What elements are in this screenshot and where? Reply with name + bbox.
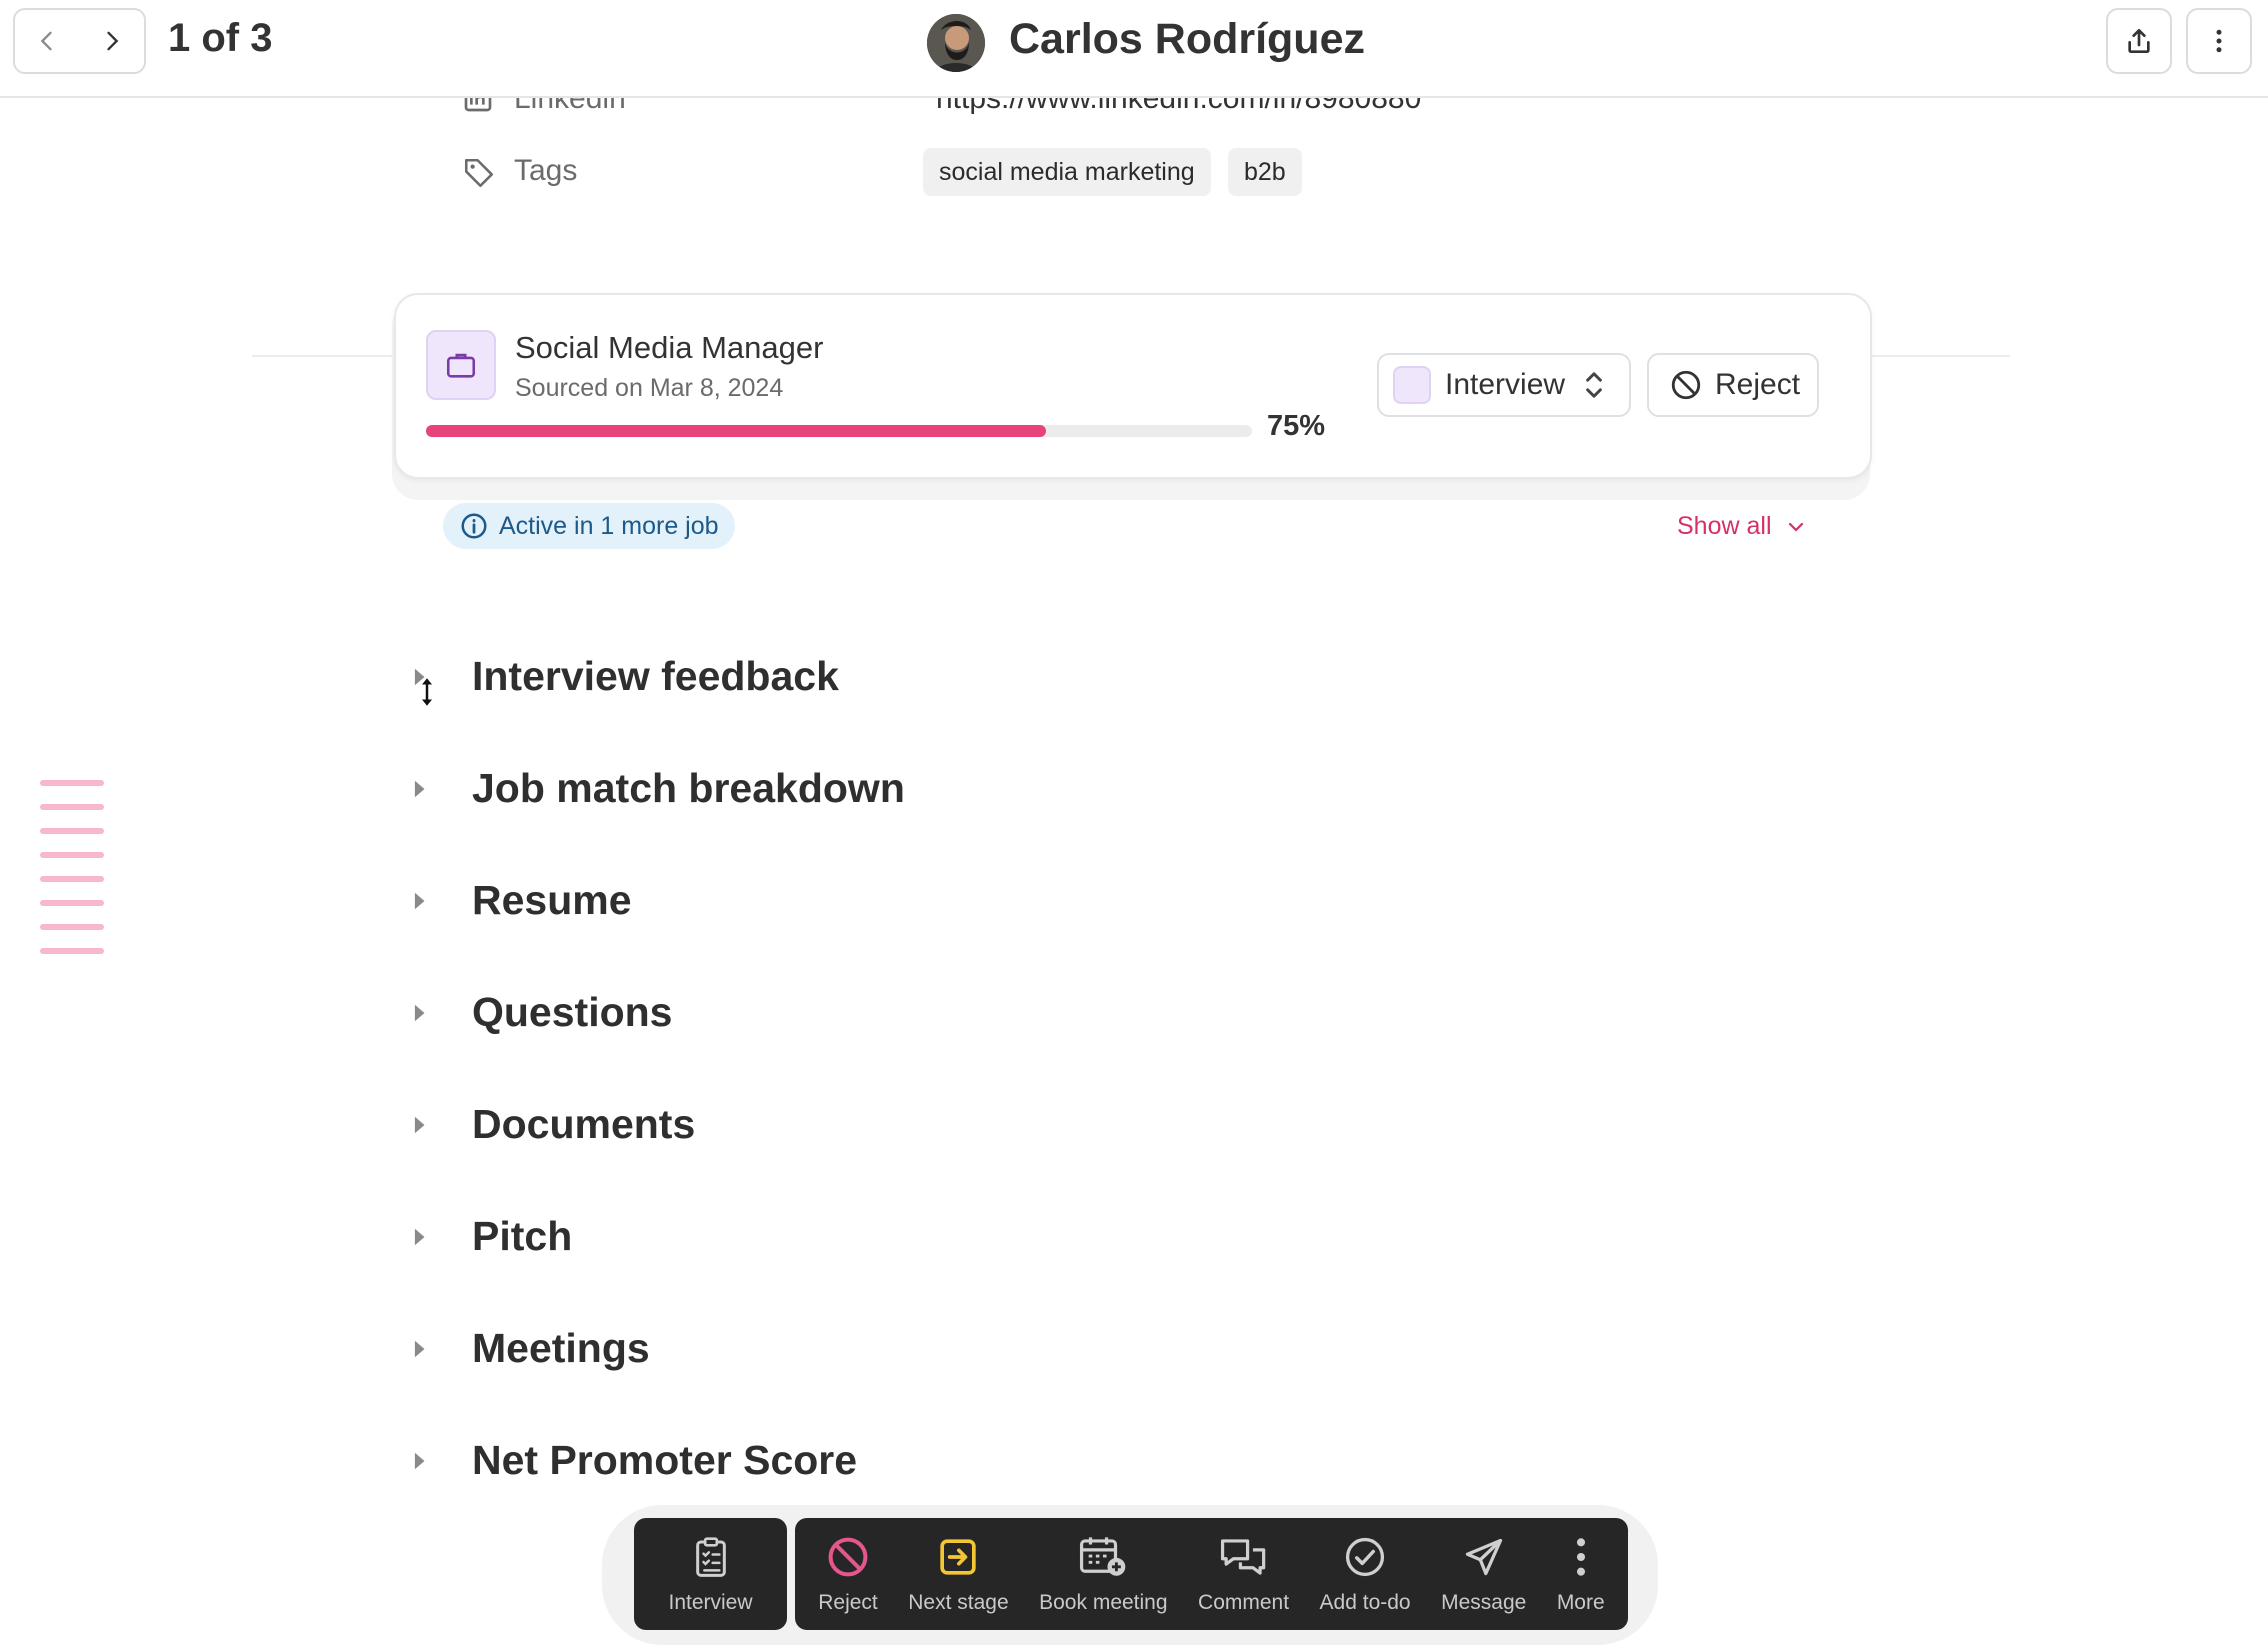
toolbar-label: Message [1441, 1591, 1527, 1614]
toolbar-message-button[interactable]: Message [1441, 1518, 1526, 1630]
caret-right-icon [412, 1450, 438, 1472]
tag-icon [462, 156, 496, 190]
paper-plane-icon [1462, 1533, 1506, 1581]
stage-select-label: Interview [1445, 368, 1566, 401]
caret-right-icon [412, 1002, 438, 1024]
section-title: Net Promoter Score [472, 1437, 858, 1483]
chevron-down-icon [1784, 515, 1808, 539]
stage-color-swatch [1393, 366, 1431, 404]
show-all-link[interactable]: Show all [1677, 512, 1808, 541]
check-circle-icon [1343, 1533, 1387, 1581]
rail-line [40, 804, 104, 810]
briefcase-icon [426, 330, 496, 400]
interview-action-button[interactable]: Interview [634, 1518, 787, 1630]
next-button[interactable] [80, 10, 145, 72]
section-questions[interactable]: Questions [412, 989, 672, 1036]
section-title: Resume [472, 877, 632, 923]
resize-cursor-icon [419, 677, 435, 707]
job-sourced-date: Sourced on Mar 8, 2024 [515, 374, 784, 402]
toolbar-label: Book meeting [1039, 1591, 1168, 1614]
ban-icon [1669, 368, 1703, 402]
candidate-name: Carlos Rodríguez [1009, 15, 1365, 63]
toolbar-book-meeting-button[interactable]: Book meeting [1039, 1518, 1168, 1630]
interview-action-label: Interview [668, 1591, 753, 1614]
pager-text: 1 of 3 [168, 16, 273, 60]
match-progress-fill [426, 425, 1046, 437]
toolbar-reject-button[interactable]: Reject [818, 1518, 878, 1630]
record-navigation [13, 8, 146, 74]
reject-button[interactable]: Reject [1647, 353, 1819, 417]
section-title: Questions [472, 989, 673, 1035]
rail-line [40, 900, 104, 906]
reject-label: Reject [1715, 368, 1801, 401]
section-meetings[interactable]: Meetings [412, 1325, 650, 1372]
tag-chip[interactable]: b2b [1228, 148, 1302, 196]
rail-line [40, 780, 104, 786]
toolbar-next-stage-button[interactable]: Next stage [908, 1518, 1009, 1630]
rail-line [40, 948, 104, 954]
toolbar-label: Reject [818, 1591, 878, 1614]
caret-right-icon [412, 778, 438, 800]
toolbar-label: Comment [1198, 1591, 1290, 1614]
rail-line [40, 828, 104, 834]
section-title: Pitch [472, 1213, 573, 1259]
caret-right-icon [412, 890, 438, 912]
caret-right-icon [412, 1114, 438, 1136]
section-net-promoter-score[interactable]: Net Promoter Score [412, 1437, 857, 1484]
more-options-button[interactable] [2186, 8, 2252, 74]
share-button[interactable] [2106, 8, 2172, 74]
comments-icon [1219, 1533, 1269, 1581]
show-all-label: Show all [1677, 512, 1772, 540]
caret-right-icon [412, 1338, 438, 1360]
ban-icon [826, 1533, 870, 1581]
toolbar-label: Next stage [908, 1591, 1009, 1614]
tags-label: Tags [514, 154, 578, 187]
rail-line [40, 852, 104, 858]
calendar-plus-icon [1078, 1533, 1128, 1581]
section-pitch[interactable]: Pitch [412, 1213, 572, 1260]
interview-action-group: Interview [634, 1518, 787, 1630]
avatar [927, 14, 985, 72]
section-documents[interactable]: Documents [412, 1101, 695, 1148]
toolbar-more-button[interactable]: More [1557, 1518, 1605, 1630]
rail-line [40, 876, 104, 882]
info-icon [459, 511, 489, 541]
toolbar-comment-button[interactable]: Comment [1198, 1518, 1289, 1630]
header-bar: 1 of 3 Carlos Rodríguez [0, 0, 2268, 98]
stage-select[interactable]: Interview [1377, 353, 1631, 417]
previous-button[interactable] [15, 10, 80, 72]
section-job-match-breakdown[interactable]: Job match breakdown [412, 765, 905, 812]
arrow-right-box-icon [938, 1533, 978, 1581]
tag-chip[interactable]: social media marketing [923, 148, 1211, 196]
share-icon [2128, 29, 2150, 53]
chevron-left-icon [40, 31, 52, 51]
match-percent: 75% [1267, 410, 1326, 442]
active-jobs-text: Active in 1 more job [499, 511, 719, 540]
caret-right-icon [412, 1226, 438, 1248]
toolbar-add-todo-button[interactable]: Add to-do [1320, 1518, 1411, 1630]
candidate-actions-toolbar: Reject Next stage Book meeting Comment A… [795, 1518, 1628, 1630]
section-title: Meetings [472, 1325, 650, 1371]
section-title: Job match breakdown [472, 765, 905, 811]
section-title: Documents [472, 1101, 696, 1147]
rail-line [40, 924, 104, 930]
active-jobs-badge[interactable]: Active in 1 more job [443, 503, 735, 549]
chevron-right-icon [107, 31, 119, 51]
chevron-up-down-icon [1581, 369, 1607, 401]
more-vertical-icon [1571, 1533, 1591, 1581]
clipboard-icon [691, 1533, 731, 1581]
toolbar-label: More [1556, 1591, 1605, 1614]
section-resume[interactable]: Resume [412, 877, 632, 924]
job-title[interactable]: Social Media Manager [515, 330, 823, 366]
more-vertical-icon [2216, 29, 2222, 53]
section-interview-feedback[interactable]: Interview feedback [412, 653, 839, 700]
toolbar-label: Add to-do [1319, 1591, 1411, 1614]
section-title: Interview feedback [472, 653, 839, 699]
